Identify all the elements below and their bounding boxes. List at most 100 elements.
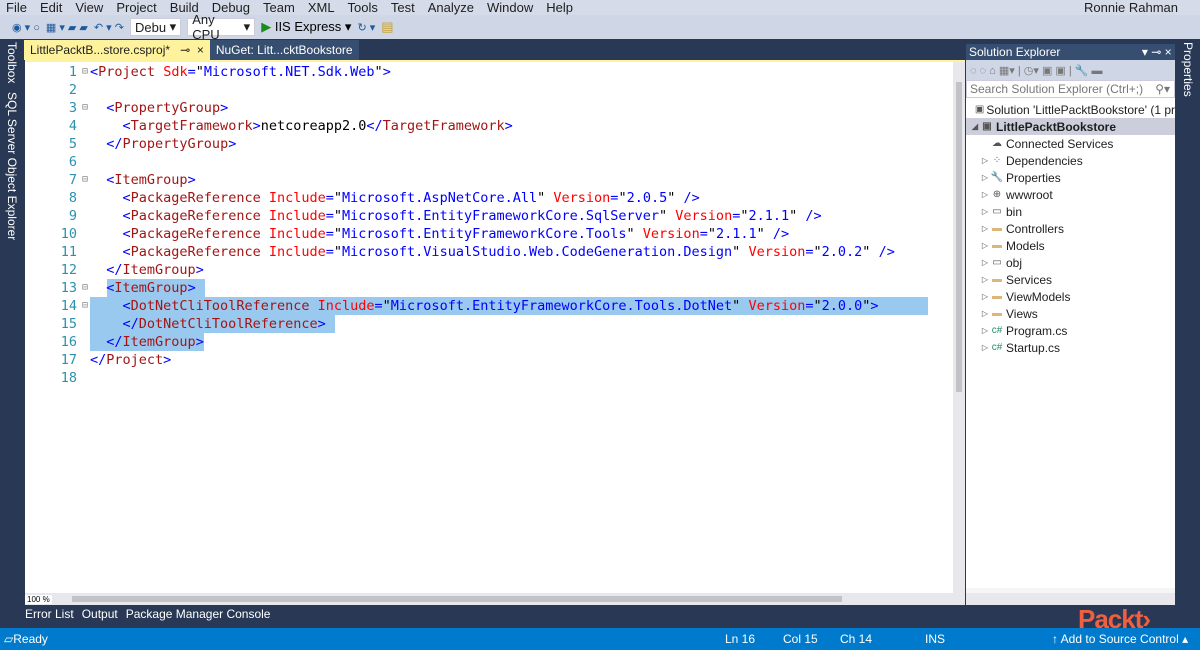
folder-icon: ▬ [992, 291, 1002, 302]
code-text: <ItemGroup> [90, 171, 196, 189]
fold-toggle-icon[interactable]: ⊟ [82, 63, 88, 81]
horizontal-scrollbar[interactable]: 100 % [25, 593, 965, 605]
tab-csproj[interactable]: LittlePacktB...store.csproj* ⊸ × [24, 40, 210, 60]
tree-item[interactable]: ▷ 🔧 Properties [966, 169, 1175, 186]
config-select[interactable]: Debu ▾ [129, 18, 182, 36]
menu-tools[interactable]: Tools [348, 0, 378, 15]
expand-icon[interactable]: ▷ [980, 173, 990, 182]
browser-link-icon[interactable]: ▤ [381, 19, 393, 35]
tab-nuget[interactable]: NuGet: Litt...cktBookstore [209, 40, 359, 60]
menu-help[interactable]: Help [546, 0, 573, 15]
close-icon[interactable]: × [197, 43, 204, 57]
tree-item[interactable]: ▷ ▬ Views [966, 305, 1175, 322]
fold-toggle-icon[interactable]: ⊟ [82, 171, 88, 189]
undo-icon[interactable]: ↶ ▾ ↷ [94, 21, 124, 34]
code-line[interactable]: 8 <PackageReference Include="Microsoft.A… [25, 189, 955, 207]
tree-item[interactable]: ▷ ⁘ Dependencies [966, 152, 1175, 169]
code-token: = [325, 244, 334, 260]
code-line[interactable]: 9 <PackageReference Include="Microsoft.E… [25, 207, 955, 225]
code-line[interactable]: 18 [25, 369, 955, 387]
menu-xml[interactable]: XML [308, 0, 335, 15]
code-line[interactable]: 7 ⊟ <ItemGroup> [25, 171, 955, 189]
save-icon[interactable]: ▦ ▾ ▰ ▰ [46, 21, 88, 34]
code-line[interactable]: 6 [25, 153, 955, 171]
tab-package-manager-console[interactable]: Package Manager Console [126, 607, 271, 625]
expand-icon[interactable]: ▷ [980, 207, 990, 216]
tree-item[interactable]: ☁ Connected Services [966, 135, 1175, 152]
expand-icon[interactable]: ▷ [980, 292, 990, 301]
scroll-thumb[interactable] [71, 596, 842, 602]
pin-icon[interactable]: ⊸ [180, 43, 190, 57]
nav-icons[interactable]: ◌ ◌ ⌂ ▦▾ | ◷▾ ▣ ▣ | 🔧 ▬ [970, 64, 1103, 77]
tree-item[interactable]: ▷ ▬ Controllers [966, 220, 1175, 237]
code-line[interactable]: 16 </ItemGroup> [25, 333, 955, 351]
menu-window[interactable]: Window [487, 0, 533, 15]
expand-icon[interactable]: ▷ [980, 309, 990, 318]
tree-item[interactable]: ▷ c# Program.cs [966, 322, 1175, 339]
tree-item[interactable]: ▣ Solution 'LittlePacktBookstore' (1 pr [966, 101, 1175, 118]
menu-view[interactable]: View [75, 0, 103, 15]
scroll-thumb[interactable] [956, 82, 962, 392]
menu-team[interactable]: Team [263, 0, 295, 15]
code-line[interactable]: 1 ⊟ <Project Sdk="Microsoft.NET.Sdk.Web"> [25, 63, 955, 81]
expand-icon[interactable]: ▷ [980, 156, 990, 165]
code-line[interactable]: 12 </ItemGroup> [25, 261, 955, 279]
tree-item[interactable]: ▷ ▬ Models [966, 237, 1175, 254]
code-token: > [187, 172, 196, 188]
tree-item-label: Views [1006, 306, 1038, 321]
expand-icon[interactable]: ◢ [970, 122, 980, 131]
user-name[interactable]: Ronnie Rahman [1084, 0, 1178, 15]
code-token: " [333, 226, 343, 242]
tree-item[interactable]: ▷ ▬ ViewModels [966, 288, 1175, 305]
expand-icon[interactable]: ▷ [980, 258, 990, 267]
solution-search-input[interactable]: Search Solution Explorer (Ctrl+;) ⚲▾ [966, 80, 1175, 98]
back-icon[interactable]: ◉ ▾ ○ [12, 21, 40, 34]
tree-item[interactable]: ▷ c# Startup.cs [966, 339, 1175, 356]
search-icon[interactable]: ⚲▾ [1155, 82, 1170, 96]
menu-project[interactable]: Project [116, 0, 156, 15]
run-button[interactable]: ▶ IIS Express ▾ [261, 19, 351, 35]
code-line[interactable]: 13 ⊟ <ItemGroup> [25, 279, 955, 297]
code-line[interactable]: 4 <TargetFramework>netcoreapp2.0</Target… [25, 117, 955, 135]
code-line[interactable]: 15 </DotNetCliToolReference> [25, 315, 955, 333]
menu-file[interactable]: File [6, 0, 27, 15]
expand-icon[interactable]: ▷ [980, 343, 990, 352]
tree-item[interactable]: ◢ ▣ LittlePacktBookstore [966, 118, 1175, 135]
toolbox-tab[interactable]: Toolbox [5, 42, 19, 83]
expand-icon[interactable]: ▷ [980, 241, 990, 250]
fold-toggle-icon[interactable]: ⊟ [82, 99, 88, 117]
tab-output[interactable]: Output [82, 607, 118, 625]
code-editor[interactable]: 1 ⊟ <Project Sdk="Microsoft.NET.Sdk.Web"> 2… [25, 60, 965, 595]
expand-icon[interactable]: ▷ [980, 224, 990, 233]
menu-test[interactable]: Test [391, 0, 415, 15]
sql-server-object-explorer-tab[interactable]: SQL Server Object Explorer [5, 92, 19, 240]
code-line[interactable]: 17 </Project> [25, 351, 955, 369]
expand-icon[interactable]: ▷ [980, 275, 990, 284]
expand-icon[interactable]: ▷ [980, 326, 990, 335]
add-to-source-control-button[interactable]: ↑ Add to Source Control ▴ [1052, 632, 1188, 646]
fold-toggle-icon[interactable]: ⊟ [82, 279, 88, 297]
line-number: 10 [60, 226, 77, 242]
code-line[interactable]: 5 </PropertyGroup> [25, 135, 955, 153]
tree-item[interactable]: ▷ ▭ obj [966, 254, 1175, 271]
vertical-scrollbar[interactable] [953, 62, 965, 595]
refresh-icon[interactable]: ↻ ▾ [357, 21, 375, 34]
menu-analyze[interactable]: Analyze [428, 0, 474, 15]
code-line[interactable]: 10 <PackageReference Include="Microsoft.… [25, 225, 955, 243]
code-line[interactable]: 2 [25, 81, 955, 99]
tree-item[interactable]: ▷ ▬ Services [966, 271, 1175, 288]
tab-error-list[interactable]: Error List [25, 607, 74, 625]
code-token: = [374, 298, 383, 314]
fold-toggle-icon[interactable]: ⊟ [82, 297, 88, 315]
tree-item[interactable]: ▷ ▭ bin [966, 203, 1175, 220]
tree-item[interactable]: ▷ ⊕ wwwroot [966, 186, 1175, 203]
window-controls-icon[interactable]: ▾ ⊸ × [1142, 45, 1175, 59]
menu-edit[interactable]: Edit [40, 0, 62, 15]
expand-icon[interactable]: ▷ [980, 190, 990, 199]
code-line[interactable]: 14 ⊟ <DotNetCliToolReference Include="Mic… [25, 297, 955, 315]
properties-tab[interactable]: Properties [1181, 42, 1195, 97]
zoom-select[interactable]: 100 % [25, 594, 52, 604]
code-line[interactable]: 11 <PackageReference Include="Microsoft.… [25, 243, 955, 261]
code-line[interactable]: 3 ⊟ <PropertyGroup> [25, 99, 955, 117]
platform-select[interactable]: Any CPU ▾ [187, 12, 256, 42]
